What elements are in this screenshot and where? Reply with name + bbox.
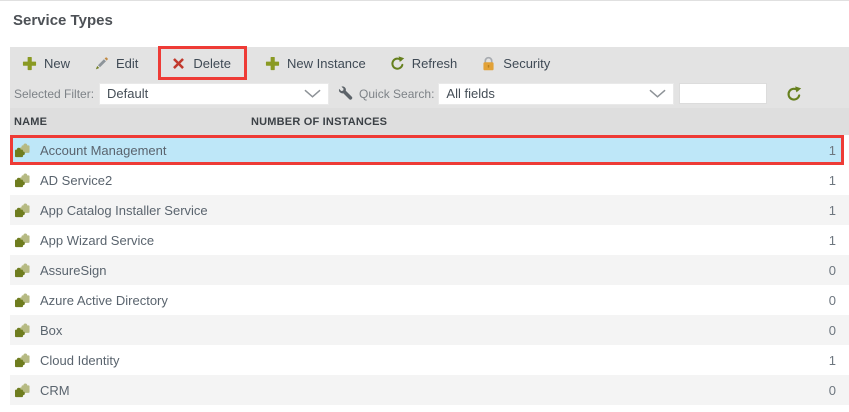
row-name-cell: App Catalog Installer Service (10, 203, 208, 218)
column-header-name[interactable]: NAME (10, 116, 251, 128)
selected-filter-value: Default (107, 86, 149, 101)
apply-search-refresh-icon[interactable] (786, 86, 802, 102)
instance-count: 0 (828, 292, 836, 308)
toolbar: New Edit Delete New Instance Refresh Sec… (10, 46, 849, 80)
service-type-name: Cloud Identity (40, 352, 120, 368)
refresh-button[interactable]: Refresh (386, 50, 462, 76)
service-type-name: Box (40, 322, 63, 338)
chevron-down-icon (304, 89, 321, 98)
new-instance-button[interactable]: New Instance (261, 50, 370, 76)
puzzle-piece-icon (14, 233, 31, 248)
quick-search-scope-value: All fields (446, 86, 495, 101)
puzzle-piece-icon (14, 203, 31, 218)
delete-button-label: Delete (193, 55, 231, 71)
service-type-name: Account Management (40, 142, 167, 158)
instance-count: 1 (828, 142, 836, 158)
new-instance-button-label: New Instance (287, 55, 366, 71)
quick-search-label: Quick Search: (359, 86, 435, 101)
puzzle-piece-icon (14, 293, 31, 308)
edit-button-label: Edit (116, 55, 139, 71)
instance-count: 0 (828, 262, 836, 278)
filter-bar: Selected Filter: Default Quick Search: A… (10, 79, 849, 108)
instance-count: 0 (828, 382, 836, 398)
instance-count: 1 (828, 172, 836, 188)
service-type-name: Azure Active Directory (40, 292, 168, 308)
row-name-cell: CRM (10, 383, 70, 398)
puzzle-piece-icon (14, 263, 31, 278)
instance-count: 0 (828, 322, 836, 338)
refresh-button-label: Refresh (411, 55, 458, 71)
refresh-icon (390, 56, 405, 71)
table-row-ad-service2[interactable]: AD Service2 1 (10, 165, 849, 195)
row-name-cell: App Wizard Service (10, 233, 154, 248)
security-button-label: Security (503, 55, 551, 71)
edit-button[interactable]: Edit (90, 50, 142, 76)
plus-icon (265, 56, 280, 71)
puzzle-piece-icon (14, 353, 31, 368)
delete-button[interactable]: Delete (167, 50, 235, 76)
service-types-panel: New Edit Delete New Instance Refresh Sec… (10, 46, 849, 405)
puzzle-piece-icon (14, 383, 31, 398)
table-row-crm[interactable]: CRM 0 (10, 375, 849, 405)
selected-filter-label: Selected Filter: (14, 86, 95, 101)
page-title: Service Types (13, 12, 113, 29)
table-row-assuresign[interactable]: AssureSign 0 (10, 255, 849, 285)
wrench-icon[interactable] (338, 86, 353, 101)
security-button[interactable]: Security (477, 50, 554, 76)
delete-x-icon (171, 56, 186, 71)
selected-filter-dropdown[interactable]: Default (99, 82, 330, 105)
table-header: NAME NUMBER OF INSTANCES (10, 108, 849, 135)
lock-icon (481, 56, 496, 71)
table-row-azure-active-directory[interactable]: Azure Active Directory 0 (10, 285, 849, 315)
row-name-cell: AD Service2 (10, 173, 112, 188)
table-row-cloud-identity[interactable]: Cloud Identity 1 (10, 345, 849, 375)
service-type-name: CRM (40, 382, 70, 398)
annotation-delete-highlight: Delete (158, 46, 247, 80)
puzzle-piece-icon (14, 323, 31, 338)
column-header-number-of-instances[interactable]: NUMBER OF INSTANCES (251, 116, 849, 128)
instance-count: 1 (828, 352, 836, 368)
row-name-cell: Box (10, 323, 62, 338)
service-type-name: AD Service2 (40, 172, 113, 188)
table-row-app-catalog-installer-service[interactable]: App Catalog Installer Service 1 (10, 195, 849, 225)
instance-count: 1 (828, 202, 836, 218)
service-type-name: App Wizard Service (40, 232, 155, 248)
table-row-box[interactable]: Box 0 (10, 315, 849, 345)
row-name-cell: AssureSign (10, 263, 106, 278)
puzzle-piece-icon (14, 173, 31, 188)
instance-count: 1 (828, 232, 836, 248)
table-row-account-management[interactable]: Account Management 1 (10, 135, 844, 165)
pencil-icon (94, 56, 109, 71)
table-body: Account Management 1 AD Service2 1 App C… (10, 135, 849, 405)
new-button[interactable]: New (18, 50, 74, 76)
plus-icon (22, 56, 37, 71)
row-name-cell: Account Management (13, 143, 166, 158)
table-row-app-wizard-service[interactable]: App Wizard Service 1 (10, 225, 849, 255)
row-name-cell: Azure Active Directory (10, 293, 168, 308)
puzzle-piece-icon (14, 143, 31, 158)
row-name-cell: Cloud Identity (10, 353, 120, 368)
quick-search-scope-dropdown[interactable]: All fields (438, 82, 675, 105)
quick-search-input[interactable] (679, 83, 768, 104)
chevron-down-icon (649, 89, 666, 98)
new-button-label: New (44, 55, 71, 71)
service-type-name: App Catalog Installer Service (40, 202, 208, 218)
service-type-name: AssureSign (40, 262, 107, 278)
